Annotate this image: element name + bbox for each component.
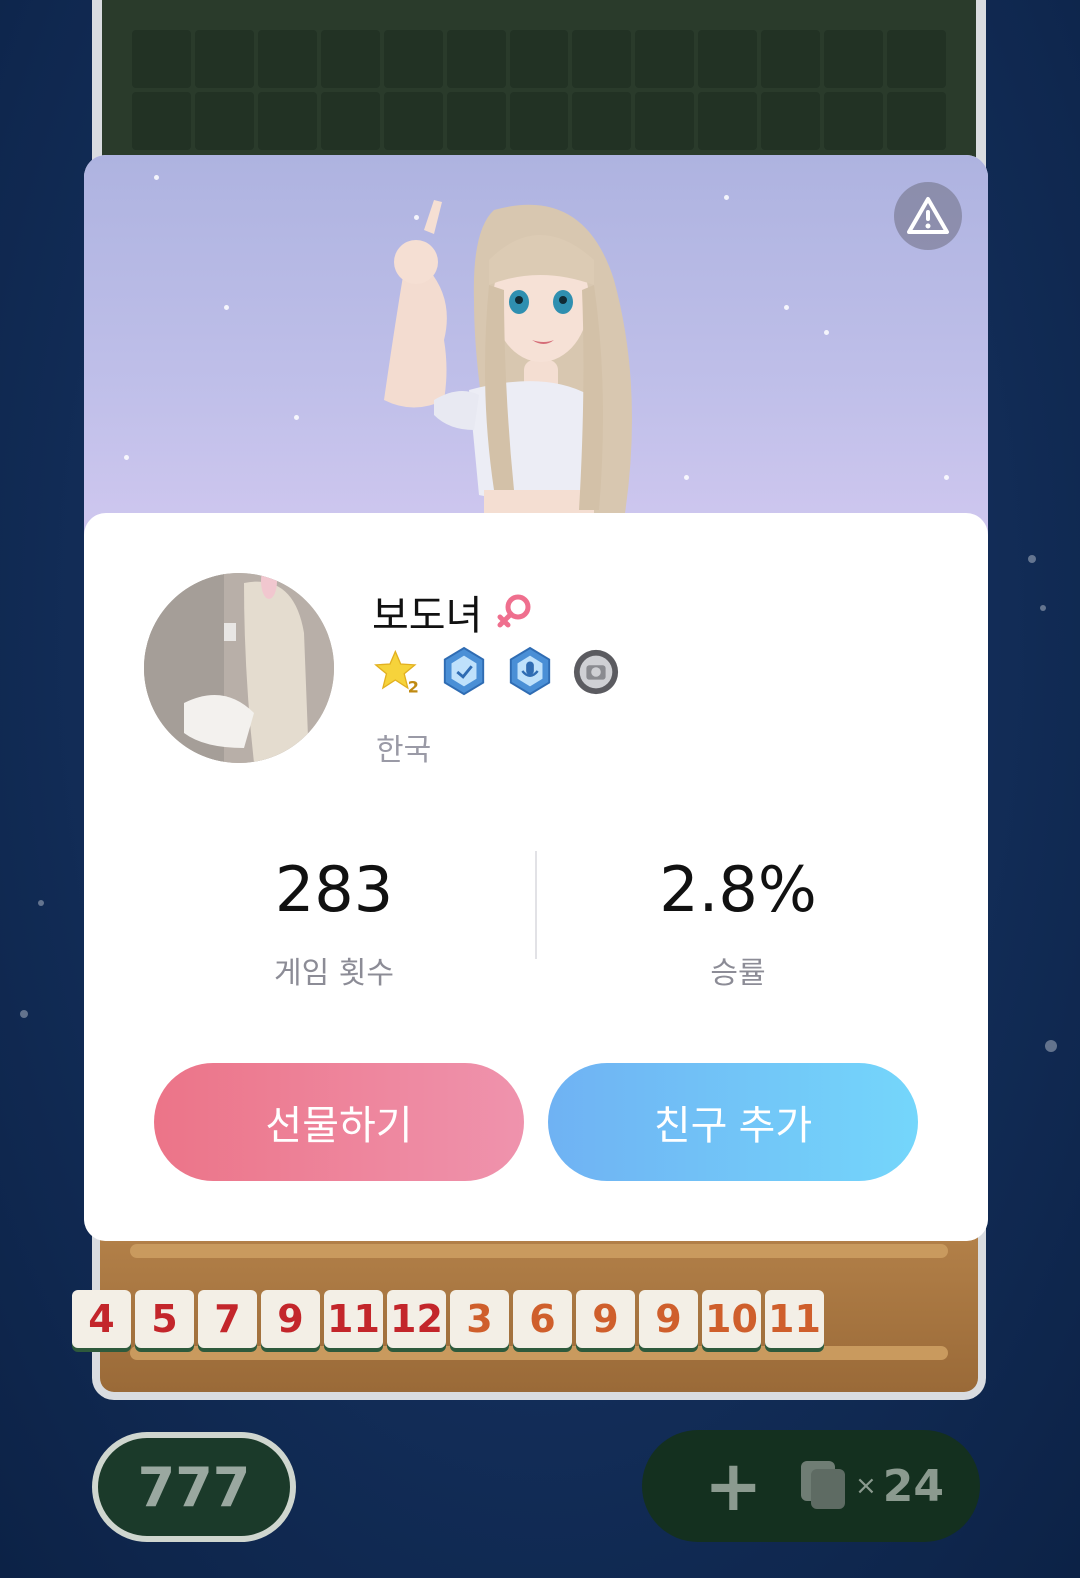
rack-tile[interactable]: 11 [765, 1290, 824, 1348]
win-rate-label: 승률 [710, 956, 766, 991]
plus-icon: + [704, 1445, 763, 1527]
star-level-number: 2 [408, 677, 419, 696]
snow-dot [38, 900, 44, 906]
draw-pile-count: 24 [882, 1460, 944, 1512]
avatar-character [384, 200, 632, 535]
draw-tile-button[interactable]: + × 24 [642, 1430, 980, 1542]
blue-shield-badge-icon[interactable] [440, 645, 488, 699]
profile-photo[interactable] [144, 573, 334, 763]
rack-tile[interactable]: 9 [639, 1290, 698, 1348]
rack-tile[interactable]: 5 [135, 1290, 194, 1348]
star-level-badge[interactable]: 2 [374, 645, 422, 699]
add-friend-button[interactable]: 친구 추가 [548, 1063, 918, 1181]
microphone-badge-icon[interactable] [506, 645, 554, 699]
snow-dot [1028, 555, 1036, 563]
snow-dot [20, 1010, 28, 1018]
username: 보도녀 [372, 593, 483, 639]
rack-tile[interactable]: 4 [72, 1290, 131, 1348]
rack-tile[interactable]: 11 [324, 1290, 383, 1348]
win-rate-value: 2.8% [659, 853, 817, 926]
warning-icon [907, 197, 949, 234]
rack-tile[interactable]: 6 [513, 1290, 572, 1348]
rack-tiles: 4 5 7 9 11 12 3 6 9 9 10 11 [72, 1290, 824, 1348]
games-played-value: 283 [274, 853, 394, 926]
username-row: 보도녀 [372, 583, 534, 641]
female-icon [497, 594, 531, 628]
rack-tile[interactable]: 3 [450, 1290, 509, 1348]
games-played-label: 게임 횟수 [274, 956, 394, 991]
badge-list: 2 [374, 645, 620, 699]
draw-pile: × 24 [799, 1461, 944, 1512]
snow-dot [1045, 1040, 1057, 1052]
rack-tile[interactable]: 7 [198, 1290, 257, 1348]
rack-tile[interactable]: 12 [387, 1290, 446, 1348]
rack-tile[interactable]: 9 [576, 1290, 635, 1348]
profile-photo-image [144, 573, 334, 763]
games-played-stat: 283 게임 횟수 [184, 853, 484, 992]
stats-divider [535, 851, 537, 959]
profile-card: 보도녀 2 한국 283 게임 횟수 2.8% 승률 선물하기 친구 추가 [84, 155, 988, 1241]
region-label: 한국 [376, 733, 432, 768]
multiply-sign: × [854, 1471, 877, 1501]
report-button[interactable] [894, 182, 962, 250]
profile-info-panel: 보도녀 2 한국 283 게임 횟수 2.8% 승률 선물하기 친구 추가 [84, 513, 988, 1241]
avatar-banner [84, 155, 988, 535]
rack-tile[interactable]: 9 [261, 1290, 320, 1348]
snow-dot [1040, 605, 1046, 611]
rack-tile[interactable]: 10 [702, 1290, 761, 1348]
tile-stack-icon [799, 1461, 849, 1511]
send-gift-button[interactable]: 선물하기 [154, 1063, 524, 1181]
gray-camera-badge-icon[interactable] [572, 645, 620, 699]
win-rate-stat: 2.8% 승률 [588, 853, 888, 992]
sort-777-button[interactable]: 777 [92, 1432, 296, 1542]
